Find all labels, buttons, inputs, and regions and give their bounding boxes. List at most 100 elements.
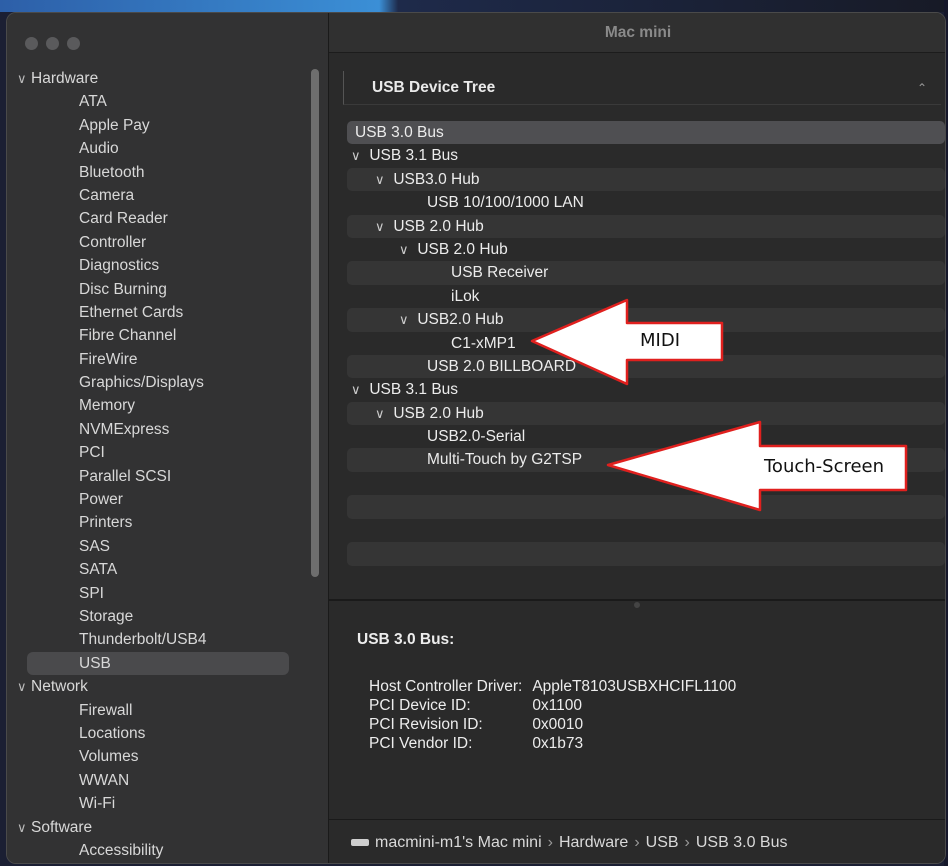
path-segment[interactable]: USB: [646, 834, 679, 852]
usb-tree-row[interactable]: ∨ USB 3.1 Bus: [347, 144, 945, 167]
details-value: 0x0010: [532, 716, 584, 733]
details-pane: USB 3.0 Bus: Host Controller Driver: Appl…: [357, 631, 927, 753]
zoom-button[interactable]: [67, 37, 80, 50]
sidebar-group-hardware[interactable]: ∨ Hardware: [7, 67, 307, 90]
usb-tree-row[interactable]: ∨ USB 2.0 Hub: [347, 214, 945, 238]
empty-row: [347, 566, 945, 589]
sidebar-item-memory[interactable]: Memory: [7, 394, 307, 417]
empty-row: [347, 519, 945, 542]
usb-tree-row-label: USB2.0 Hub: [417, 311, 504, 329]
usb-tree-row-label: USB 2.0 BILLBOARD: [427, 357, 577, 375]
sidebar-item-disc-burning[interactable]: Disc Burning: [7, 278, 307, 301]
sidebar-group-label: Hardware: [31, 70, 99, 87]
sidebar-item-sas[interactable]: SAS: [7, 535, 307, 558]
usb-tree-row-label: USB 3.0 Bus: [355, 124, 444, 141]
details-key: PCI Revision ID:: [369, 716, 483, 733]
sidebar-item-parallel-scsi[interactable]: Parallel SCSI: [7, 465, 307, 488]
usb-tree-row-label: USB 2.0 Hub: [417, 240, 508, 258]
chevron-down-icon[interactable]: ∨: [375, 402, 389, 425]
usb-tree-row-label: USB 3.1 Bus: [369, 381, 459, 399]
sidebar-item-firewall[interactable]: Firewall: [7, 699, 307, 722]
sidebar: ∨ Hardware ATA Apple Pay Audio Bluetooth Camer…: [7, 13, 329, 863]
chevron-down-icon[interactable]: ∨: [17, 67, 31, 90]
split-divider[interactable]: [329, 599, 945, 601]
sidebar-item-thunderbolt-usb4[interactable]: Thunderbolt/USB4: [7, 628, 307, 651]
usb-tree-row[interactable]: ∨ USB 3.1 Bus: [347, 378, 945, 401]
usb-tree-row[interactable]: USB 2.0 BILLBOARD: [347, 354, 945, 379]
sidebar-item-diagnostics[interactable]: Diagnostics: [7, 254, 307, 277]
usb-tree-row[interactable]: USB 10/100/1000 LAN: [347, 191, 945, 214]
chevron-down-icon[interactable]: ∨: [351, 378, 365, 401]
close-button[interactable]: [25, 37, 38, 50]
sidebar-item-printers[interactable]: Printers: [7, 511, 307, 534]
usb-tree-row[interactable]: USB2.0-Serial: [347, 425, 945, 448]
path-segment[interactable]: USB 3.0 Bus: [696, 834, 788, 852]
sidebar-item-ata[interactable]: ATA: [7, 90, 307, 113]
details-key: PCI Vendor ID:: [369, 735, 473, 752]
sidebar-item-accessibility[interactable]: Accessibility: [7, 839, 307, 862]
sidebar-item-bluetooth[interactable]: Bluetooth: [7, 161, 307, 184]
sort-chevron-up-icon[interactable]: ⌃: [917, 81, 927, 95]
minimize-button[interactable]: [46, 37, 59, 50]
chevron-down-icon[interactable]: ∨: [399, 308, 413, 331]
sidebar-item-card-reader[interactable]: Card Reader: [7, 207, 307, 230]
sidebar-group-label: Network: [31, 678, 88, 696]
details-value: AppleT8103USBXHCIFL1100: [532, 678, 737, 695]
sidebar-item-ethernet-cards[interactable]: Ethernet Cards: [7, 301, 307, 324]
chevron-down-icon[interactable]: ∨: [17, 675, 31, 698]
sidebar-item-nvmexpress[interactable]: NVMExpress: [7, 418, 307, 441]
usb-tree-row-label: C1-xMP1: [451, 334, 516, 352]
chevron-down-icon[interactable]: ∨: [375, 168, 389, 191]
split-handle-icon[interactable]: [634, 602, 640, 608]
window-title: Mac mini: [329, 13, 945, 53]
sidebar-scrollbar[interactable]: [311, 69, 319, 577]
sidebar-item-usb[interactable]: USB: [27, 651, 289, 676]
sidebar-item-controller[interactable]: Controller: [7, 231, 307, 254]
path-segment[interactable]: Hardware: [559, 834, 628, 852]
sidebar-item-wwan[interactable]: WWAN: [7, 769, 307, 792]
chevron-right-icon: ›: [547, 833, 553, 851]
empty-row: [347, 542, 945, 566]
sidebar-item-graphics-displays[interactable]: Graphics/Displays: [7, 371, 307, 394]
sidebar-group-network[interactable]: ∨ Network: [7, 675, 307, 698]
sidebar-item-power[interactable]: Power: [7, 488, 307, 511]
sidebar-item-spi[interactable]: SPI: [7, 582, 307, 605]
sidebar-item-locations[interactable]: Locations: [7, 722, 307, 745]
usb-tree-row[interactable]: ∨ USB 2.0 Hub: [347, 401, 945, 426]
usb-tree-row[interactable]: ∨ USB3.0 Hub: [347, 167, 945, 192]
sidebar-item-sata[interactable]: SATA: [7, 558, 307, 581]
usb-device-tree: USB 3.0 Bus ∨ USB 3.1 Bus ∨ USB3.0 Hub USB …: [347, 121, 945, 472]
chevron-down-icon[interactable]: ∨: [375, 215, 389, 238]
chevron-right-icon: ›: [634, 833, 640, 851]
details-row: Host Controller Driver: AppleT8103USBXHCI…: [369, 677, 736, 696]
details-key: PCI Device ID:: [369, 697, 471, 714]
sidebar-item-volumes[interactable]: Volumes: [7, 745, 307, 768]
sidebar-item-pci[interactable]: PCI: [7, 441, 307, 464]
usb-tree-row[interactable]: ∨ USB 2.0 Hub: [347, 238, 945, 261]
desktop-background: [0, 0, 948, 12]
usb-tree-row-label: USB2.0-Serial: [427, 428, 526, 446]
sidebar-item-firewire[interactable]: FireWire: [7, 348, 307, 371]
sidebar-item-apple-pay[interactable]: Apple Pay: [7, 114, 307, 137]
usb-tree-row[interactable]: ∨ USB2.0 Hub: [347, 308, 945, 332]
details-value: 0x1b73: [532, 735, 584, 752]
sidebar-item-fibre-channel[interactable]: Fibre Channel: [7, 324, 307, 347]
system-information-window: ∨ Hardware ATA Apple Pay Audio Bluetooth Camer…: [6, 12, 946, 864]
empty-row: [347, 495, 945, 519]
usb-tree-row[interactable]: USB Receiver: [347, 261, 945, 285]
sidebar-item-wi-fi[interactable]: Wi-Fi: [7, 792, 307, 815]
sidebar-item-storage[interactable]: Storage: [7, 605, 307, 628]
column-header[interactable]: USB Device Tree ⌃: [343, 71, 941, 105]
usb-tree-row[interactable]: USB 3.0 Bus: [347, 121, 945, 145]
chevron-down-icon[interactable]: ∨: [17, 816, 31, 839]
path-bar: macmini-m1's Mac mini › Hardware › USB › USB 3…: [329, 819, 945, 863]
chevron-down-icon[interactable]: ∨: [351, 144, 365, 167]
path-segment[interactable]: macmini-m1's Mac mini: [375, 834, 542, 852]
sidebar-group-software[interactable]: ∨ Software: [7, 816, 307, 839]
sidebar-item-camera[interactable]: Camera: [7, 184, 307, 207]
usb-tree-row[interactable]: iLok: [347, 285, 945, 308]
chevron-down-icon[interactable]: ∨: [399, 238, 413, 261]
details-row: PCI Device ID: 0x1100: [369, 696, 736, 715]
sidebar-item-audio[interactable]: Audio: [7, 137, 307, 160]
details-table: Host Controller Driver: AppleT8103USBXHCI…: [369, 677, 736, 753]
